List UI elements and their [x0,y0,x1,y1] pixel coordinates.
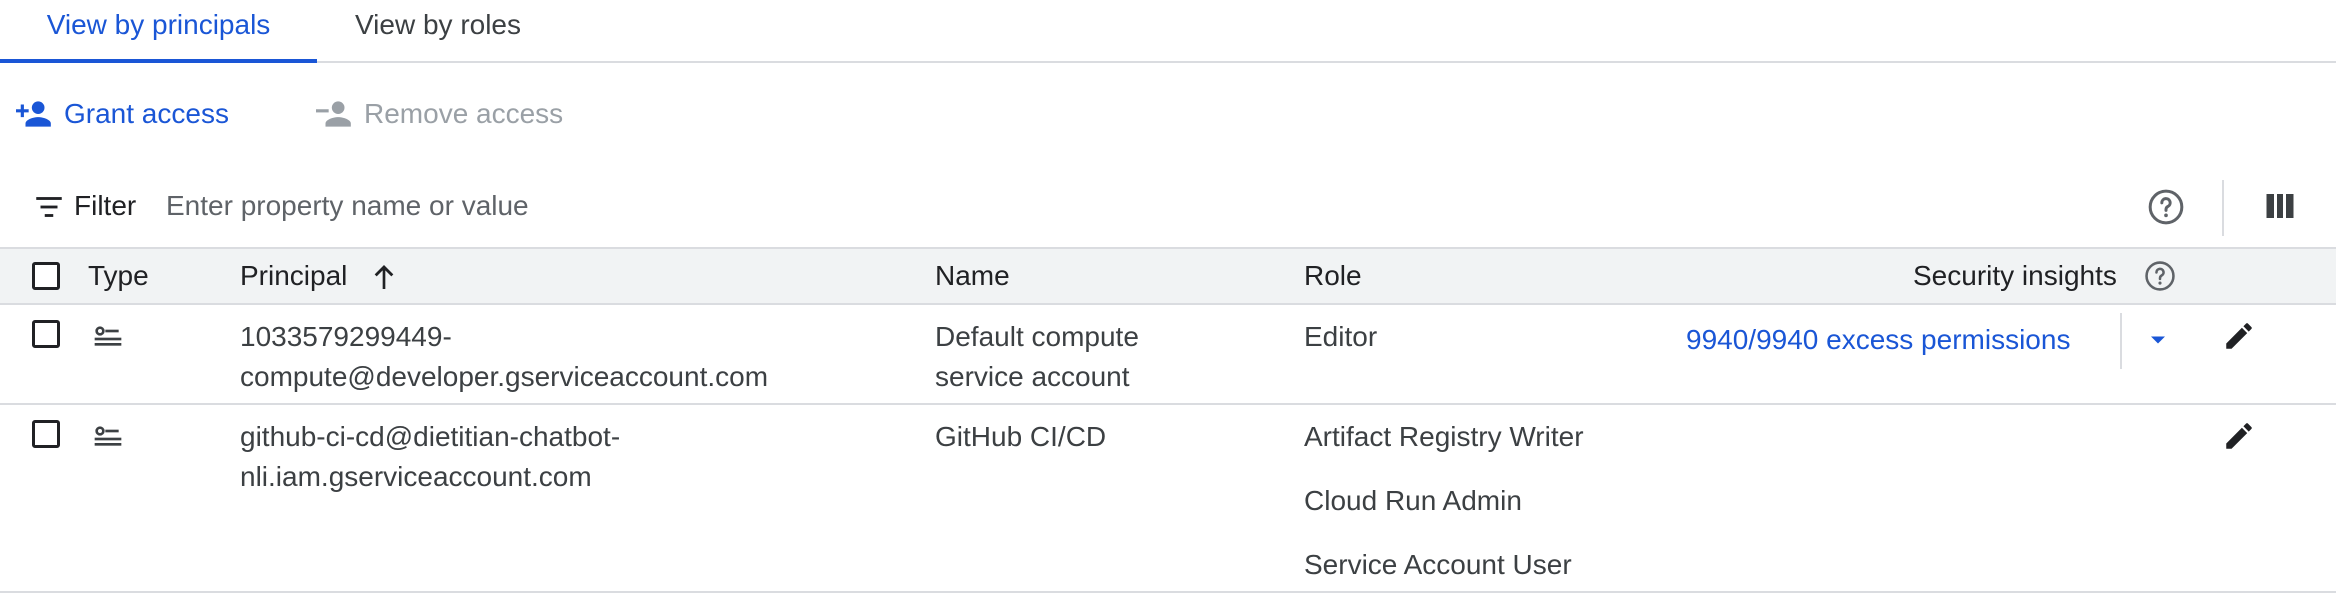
principal-email-line2: compute@developer.gserviceaccount.com [240,361,769,392]
principal-name-line1: GitHub CI/CD [935,421,1107,452]
remove-access-button[interactable]: Remove access [316,94,563,134]
tab-view-by-principals[interactable]: View by principals [0,0,317,63]
person-add-icon [16,101,51,127]
remove-access-label: Remove access [364,98,564,129]
grant-access-button[interactable]: Grant access [16,94,229,134]
principal-name-line1: Default compute [935,321,1139,352]
filter-input[interactable] [166,184,1366,228]
column-display-icon[interactable] [2262,188,2298,224]
person-remove-icon [316,101,351,127]
principal-email-line1: github-ci-cd@dietitian-chatbot- [240,421,621,452]
role-item: Artifact Registry Writer [1304,421,1584,452]
tab-view-by-roles[interactable]: View by roles [355,0,521,61]
column-security-insights[interactable]: Security insights [1913,249,2117,303]
table-row: github-ci-cd@dietitian-chatbot- nli.iam.… [0,405,2336,593]
sort-ascending-icon[interactable] [368,261,400,293]
service-account-icon [94,326,122,346]
filter-bar: Filter [0,170,2336,246]
dropdown-arrow-icon[interactable] [2144,326,2172,354]
help-icon[interactable] [2146,187,2186,227]
edit-icon[interactable] [2222,319,2256,353]
tab-bar: View by principals View by roles [0,0,2336,63]
role-item: Service Account User [1304,549,1572,580]
principal-email-line1: 1033579299449- [240,321,452,352]
column-type[interactable]: Type [88,249,149,303]
grant-access-label: Grant access [64,98,229,129]
edit-icon[interactable] [2222,419,2256,453]
role-item: Cloud Run Admin [1304,485,1522,516]
excess-permissions-link[interactable]: 9940/9940 excess permissions [1686,322,2070,358]
insight-divider [2120,313,2122,369]
select-all-checkbox[interactable] [32,262,60,290]
table-header: Type Principal Name Role Security insigh… [0,247,2336,305]
column-name[interactable]: Name [935,249,1010,303]
toolbar-divider [2222,180,2224,236]
filter-label: Filter [74,190,137,221]
service-account-icon [94,426,122,446]
role-item: Editor [1304,321,1378,352]
row-checkbox[interactable] [32,320,60,348]
filter-icon[interactable] [32,190,66,224]
column-principal[interactable]: Principal [240,249,347,303]
row-checkbox[interactable] [32,420,60,448]
column-role[interactable]: Role [1304,249,1362,303]
help-icon[interactable] [2143,259,2177,293]
principal-name-line2: service account [935,361,1130,392]
principal-email-line2: nli.iam.gserviceaccount.com [240,461,592,492]
table-row: 1033579299449- compute@developer.gservic… [0,305,2336,405]
